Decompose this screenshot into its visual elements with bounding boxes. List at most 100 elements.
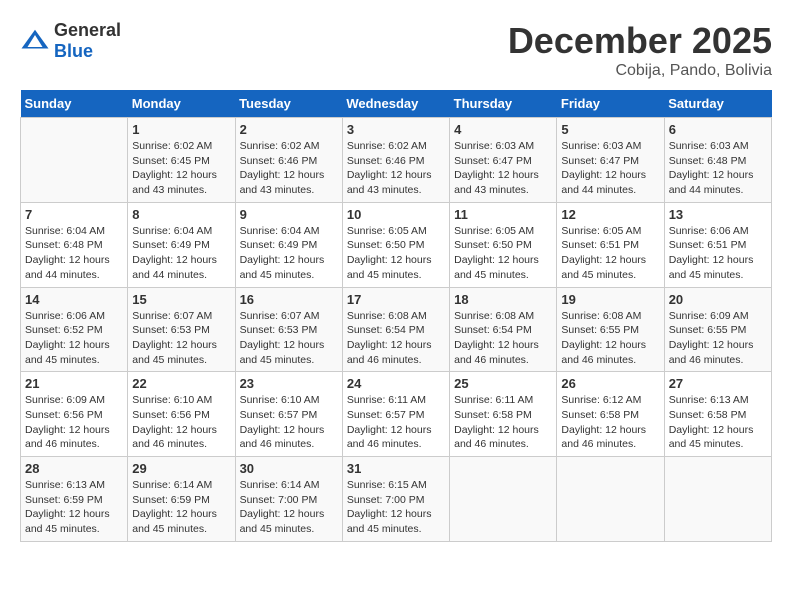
day-number: 3 bbox=[347, 122, 445, 137]
calendar-cell: 18 Sunrise: 6:08 AM Sunset: 6:54 PM Dayli… bbox=[450, 287, 557, 372]
calendar-cell: 27 Sunrise: 6:13 AM Sunset: 6:58 PM Dayli… bbox=[664, 372, 771, 457]
calendar-cell: 12 Sunrise: 6:05 AM Sunset: 6:51 PM Dayli… bbox=[557, 202, 664, 287]
day-info: Sunrise: 6:06 AM Sunset: 6:52 PM Dayligh… bbox=[25, 309, 123, 368]
logo: General Blue bbox=[20, 20, 121, 62]
day-number: 17 bbox=[347, 292, 445, 307]
calendar-header: SundayMondayTuesdayWednesdayThursdayFrid… bbox=[21, 90, 772, 118]
day-number: 7 bbox=[25, 207, 123, 222]
week-row-1: 1 Sunrise: 6:02 AM Sunset: 6:45 PM Daylig… bbox=[21, 118, 772, 203]
day-number: 16 bbox=[240, 292, 338, 307]
calendar-cell: 7 Sunrise: 6:04 AM Sunset: 6:48 PM Daylig… bbox=[21, 202, 128, 287]
day-info: Sunrise: 6:09 AM Sunset: 6:55 PM Dayligh… bbox=[669, 309, 767, 368]
day-info: Sunrise: 6:13 AM Sunset: 6:59 PM Dayligh… bbox=[25, 478, 123, 537]
calendar-cell: 1 Sunrise: 6:02 AM Sunset: 6:45 PM Daylig… bbox=[128, 118, 235, 203]
calendar-cell: 17 Sunrise: 6:08 AM Sunset: 6:54 PM Dayli… bbox=[342, 287, 449, 372]
month-title: December 2025 bbox=[508, 20, 772, 62]
calendar-cell bbox=[450, 457, 557, 542]
day-number: 10 bbox=[347, 207, 445, 222]
calendar-cell: 26Sunrise: 6:12 AM Sunset: 6:58 PM Dayli… bbox=[557, 372, 664, 457]
day-number: 31 bbox=[347, 461, 445, 476]
day-number: 12 bbox=[561, 207, 659, 222]
day-info: Sunrise: 6:09 AM Sunset: 6:56 PM Dayligh… bbox=[25, 393, 123, 452]
calendar-cell: 8 Sunrise: 6:04 AM Sunset: 6:49 PM Daylig… bbox=[128, 202, 235, 287]
calendar-cell: 29 Sunrise: 6:14 AM Sunset: 6:59 PM Dayli… bbox=[128, 457, 235, 542]
day-number: 21 bbox=[25, 376, 123, 391]
day-number: 9 bbox=[240, 207, 338, 222]
day-number: 5 bbox=[561, 122, 659, 137]
day-number: 22 bbox=[132, 376, 230, 391]
day-info: Sunrise: 6:04 AM Sunset: 6:49 PM Dayligh… bbox=[240, 224, 338, 283]
day-info: Sunrise: 6:03 AM Sunset: 6:47 PM Dayligh… bbox=[454, 139, 552, 198]
calendar-cell: 3Sunrise: 6:02 AM Sunset: 6:46 PM Daylig… bbox=[342, 118, 449, 203]
day-info: Sunrise: 6:04 AM Sunset: 6:49 PM Dayligh… bbox=[132, 224, 230, 283]
day-info: Sunrise: 6:03 AM Sunset: 6:47 PM Dayligh… bbox=[561, 139, 659, 198]
calendar-cell: 11 Sunrise: 6:05 AM Sunset: 6:50 PM Dayli… bbox=[450, 202, 557, 287]
week-row-5: 28Sunrise: 6:13 AM Sunset: 6:59 PM Dayli… bbox=[21, 457, 772, 542]
week-row-3: 14 Sunrise: 6:06 AM Sunset: 6:52 PM Dayli… bbox=[21, 287, 772, 372]
calendar-cell bbox=[664, 457, 771, 542]
calendar-cell: 20 Sunrise: 6:09 AM Sunset: 6:55 PM Dayli… bbox=[664, 287, 771, 372]
day-info: Sunrise: 6:02 AM Sunset: 6:45 PM Dayligh… bbox=[132, 139, 230, 198]
day-info: Sunrise: 6:08 AM Sunset: 6:54 PM Dayligh… bbox=[347, 309, 445, 368]
calendar-cell: 6 Sunrise: 6:03 AM Sunset: 6:48 PM Daylig… bbox=[664, 118, 771, 203]
header-day-friday: Friday bbox=[557, 90, 664, 118]
day-info: Sunrise: 6:11 AM Sunset: 6:58 PM Dayligh… bbox=[454, 393, 552, 452]
day-number: 19 bbox=[561, 292, 659, 307]
week-row-4: 21 Sunrise: 6:09 AM Sunset: 6:56 PM Dayli… bbox=[21, 372, 772, 457]
day-number: 4 bbox=[454, 122, 552, 137]
day-info: Sunrise: 6:07 AM Sunset: 6:53 PM Dayligh… bbox=[240, 309, 338, 368]
calendar-cell: 10Sunrise: 6:05 AM Sunset: 6:50 PM Dayli… bbox=[342, 202, 449, 287]
day-info: Sunrise: 6:04 AM Sunset: 6:48 PM Dayligh… bbox=[25, 224, 123, 283]
day-info: Sunrise: 6:05 AM Sunset: 6:51 PM Dayligh… bbox=[561, 224, 659, 283]
day-info: Sunrise: 6:14 AM Sunset: 6:59 PM Dayligh… bbox=[132, 478, 230, 537]
header-day-tuesday: Tuesday bbox=[235, 90, 342, 118]
calendar-cell: 16 Sunrise: 6:07 AM Sunset: 6:53 PM Dayli… bbox=[235, 287, 342, 372]
day-info: Sunrise: 6:08 AM Sunset: 6:54 PM Dayligh… bbox=[454, 309, 552, 368]
day-info: Sunrise: 6:14 AM Sunset: 7:00 PM Dayligh… bbox=[240, 478, 338, 537]
week-row-2: 7 Sunrise: 6:04 AM Sunset: 6:48 PM Daylig… bbox=[21, 202, 772, 287]
day-info: Sunrise: 6:02 AM Sunset: 6:46 PM Dayligh… bbox=[240, 139, 338, 198]
calendar-cell: 4 Sunrise: 6:03 AM Sunset: 6:47 PM Daylig… bbox=[450, 118, 557, 203]
day-info: Sunrise: 6:13 AM Sunset: 6:58 PM Dayligh… bbox=[669, 393, 767, 452]
calendar-table: SundayMondayTuesdayWednesdayThursdayFrid… bbox=[20, 90, 772, 542]
calendar-cell: 13 Sunrise: 6:06 AM Sunset: 6:51 PM Dayli… bbox=[664, 202, 771, 287]
day-info: Sunrise: 6:05 AM Sunset: 6:50 PM Dayligh… bbox=[454, 224, 552, 283]
day-number: 1 bbox=[132, 122, 230, 137]
day-number: 6 bbox=[669, 122, 767, 137]
day-info: Sunrise: 6:10 AM Sunset: 6:57 PM Dayligh… bbox=[240, 393, 338, 452]
day-number: 14 bbox=[25, 292, 123, 307]
day-info: Sunrise: 6:15 AM Sunset: 7:00 PM Dayligh… bbox=[347, 478, 445, 537]
header-day-thursday: Thursday bbox=[450, 90, 557, 118]
day-info: Sunrise: 6:08 AM Sunset: 6:55 PM Dayligh… bbox=[561, 309, 659, 368]
calendar-cell: 25 Sunrise: 6:11 AM Sunset: 6:58 PM Dayli… bbox=[450, 372, 557, 457]
calendar-cell: 21 Sunrise: 6:09 AM Sunset: 6:56 PM Dayli… bbox=[21, 372, 128, 457]
day-info: Sunrise: 6:06 AM Sunset: 6:51 PM Dayligh… bbox=[669, 224, 767, 283]
calendar-cell: 30Sunrise: 6:14 AM Sunset: 7:00 PM Dayli… bbox=[235, 457, 342, 542]
calendar-cell: 2Sunrise: 6:02 AM Sunset: 6:46 PM Daylig… bbox=[235, 118, 342, 203]
day-number: 29 bbox=[132, 461, 230, 476]
calendar-cell: 19 Sunrise: 6:08 AM Sunset: 6:55 PM Dayli… bbox=[557, 287, 664, 372]
day-number: 11 bbox=[454, 207, 552, 222]
day-number: 8 bbox=[132, 207, 230, 222]
day-number: 18 bbox=[454, 292, 552, 307]
day-number: 27 bbox=[669, 376, 767, 391]
logo-text-general: General bbox=[54, 20, 121, 40]
calendar-cell bbox=[557, 457, 664, 542]
day-number: 25 bbox=[454, 376, 552, 391]
day-number: 20 bbox=[669, 292, 767, 307]
logo-icon bbox=[20, 26, 50, 56]
day-info: Sunrise: 6:03 AM Sunset: 6:48 PM Dayligh… bbox=[669, 139, 767, 198]
calendar-cell: 15 Sunrise: 6:07 AM Sunset: 6:53 PM Dayli… bbox=[128, 287, 235, 372]
logo-text-blue: Blue bbox=[54, 41, 93, 61]
calendar-cell: 31 Sunrise: 6:15 AM Sunset: 7:00 PM Dayli… bbox=[342, 457, 449, 542]
header-day-saturday: Saturday bbox=[664, 90, 771, 118]
day-number: 13 bbox=[669, 207, 767, 222]
day-number: 15 bbox=[132, 292, 230, 307]
calendar-cell: 14 Sunrise: 6:06 AM Sunset: 6:52 PM Dayli… bbox=[21, 287, 128, 372]
header-day-monday: Monday bbox=[128, 90, 235, 118]
day-info: Sunrise: 6:07 AM Sunset: 6:53 PM Dayligh… bbox=[132, 309, 230, 368]
calendar-cell: 24Sunrise: 6:11 AM Sunset: 6:57 PM Dayli… bbox=[342, 372, 449, 457]
calendar-cell: 5 Sunrise: 6:03 AM Sunset: 6:47 PM Daylig… bbox=[557, 118, 664, 203]
header-row: SundayMondayTuesdayWednesdayThursdayFrid… bbox=[21, 90, 772, 118]
calendar-cell: 23Sunrise: 6:10 AM Sunset: 6:57 PM Dayli… bbox=[235, 372, 342, 457]
